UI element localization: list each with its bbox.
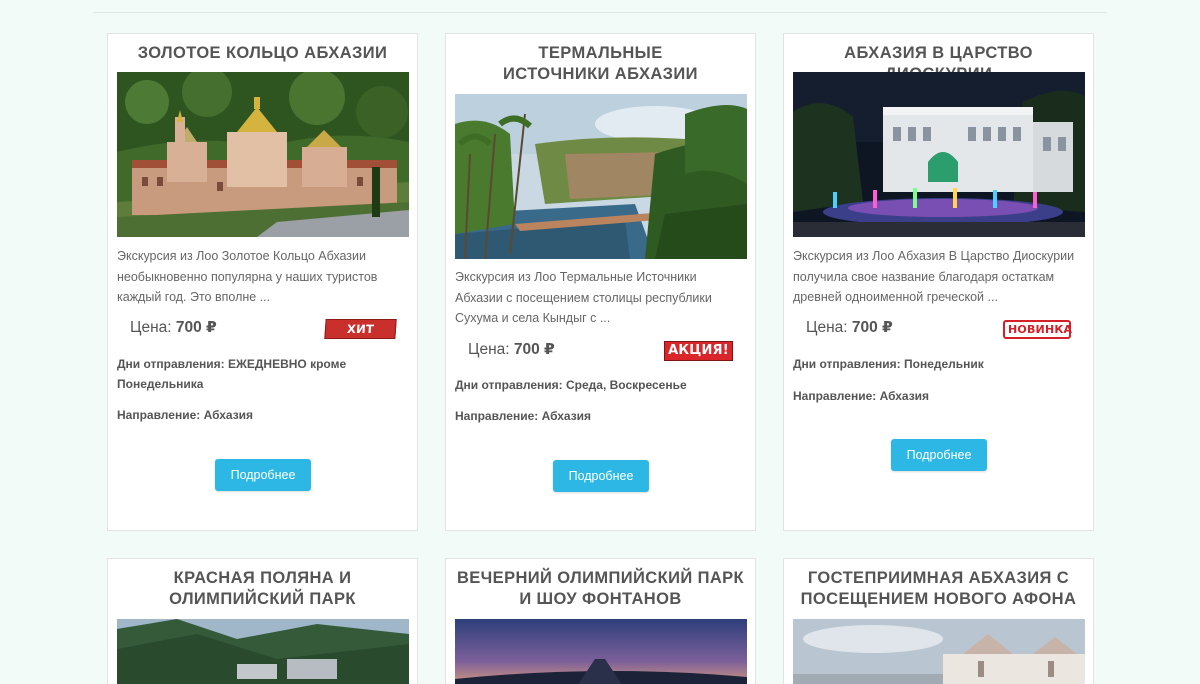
tour-image-krasnaya-polyana[interactable] [117,619,409,684]
hit-badge: ХИТ ПРОДАЖ [324,319,397,354]
price-row: Цена: 700 ₽ [806,318,893,337]
departure-value: Понедельник [904,357,984,371]
tour-card: Абхазия в Царство Диоскурии [783,33,1094,531]
departure-days: Дни отправления: ЕЖЕДНЕВНО кроме Понедел… [117,354,407,394]
tour-image-monastery[interactable] [117,72,409,237]
tour-card: Вечерний Олимпийский парк и шоу фонтанов [445,558,756,684]
departure-label: Дни отправления: [117,357,225,371]
tour-card: Красная поляна и Олимпийский парк [107,558,418,684]
direction-label: Направление: [455,409,539,423]
price-value: 700 ₽ [851,319,893,336]
tour-description: Экскурсия из Лоо Золотое Кольцо Абхазии … [117,249,378,304]
direction: Направление: Абхазия [793,386,1083,406]
top-divider [93,12,1107,13]
departure-label: Дни отправления: [793,357,901,371]
tour-image-dioscuria[interactable] [793,72,1085,237]
departure-label: Дни отправления: [455,378,563,392]
price-label: Цена: [806,319,848,336]
tour-description: Экскурсия из Лоо Термальные Источники Аб… [455,270,712,325]
price-row: Цена: 700 ₽ [130,318,217,337]
tour-card: Термальные источники Абхазии Экскурсия и… [445,33,756,531]
tour-card: Золотое кольцо Абхазии [107,33,418,531]
price-row: Цена: 700 ₽ [468,340,555,359]
tour-image-olympic-park[interactable] [455,619,747,684]
details-button[interactable]: Подробнее [215,459,311,491]
details-button[interactable]: Подробнее [891,439,987,471]
direction-value: Абхазия [541,409,592,423]
direction: Направление: Абхазия [455,406,745,426]
tour-title[interactable]: Вечерний Олимпийский парк и шоу фонтанов [454,568,747,610]
new-badge: НОВИНКА [1003,320,1072,339]
sale-badge: АКЦИЯ! [664,341,733,361]
direction: Направление: Абхазия [117,405,407,425]
direction-label: Направление: [117,408,201,422]
direction-value: Абхазия [203,408,254,422]
direction-label: Направление: [793,389,877,403]
price-value: 700 ₽ [175,319,217,336]
direction-value: Абхазия [879,389,930,403]
tour-image-thermal[interactable] [455,94,747,259]
departure-value: Среда, Воскресенье [566,378,687,392]
details-button[interactable]: Подробнее [553,460,649,492]
tour-title[interactable]: Термальные источники Абхазии [454,43,747,85]
tour-card: Гостеприимная Абхазия с посещением Новог… [783,558,1094,684]
tour-title[interactable]: Золотое кольцо Абхазии [116,43,409,64]
departure-days: Дни отправления: Понедельник [793,354,1083,374]
tour-title[interactable]: Красная поляна и Олимпийский парк [116,568,409,610]
price-label: Цена: [130,319,172,336]
price-label: Цена: [468,341,510,358]
price-value: 700 ₽ [513,341,555,358]
tour-description: Экскурсия из Лоо Абхазия В Царство Диоск… [793,249,1075,304]
tour-title[interactable]: Гостеприимная Абхазия с посещением Новог… [792,568,1085,610]
departure-days: Дни отправления: Среда, Воскресенье [455,375,745,395]
tour-image-new-athos[interactable] [793,619,1085,684]
